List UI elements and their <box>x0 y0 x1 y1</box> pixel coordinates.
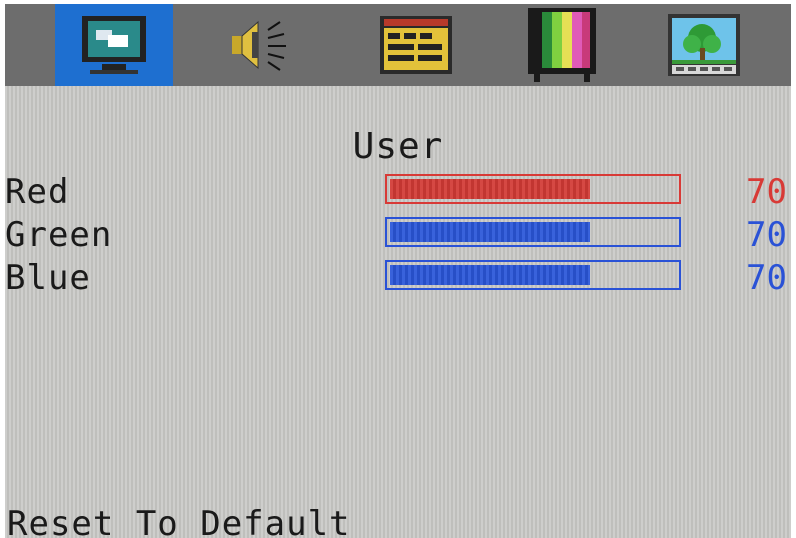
blue-slider[interactable] <box>385 260 681 290</box>
page-title: User <box>352 126 444 167</box>
red-value: 70 <box>746 172 787 212</box>
green-value: 70 <box>746 215 787 255</box>
menu-panel-icon <box>380 16 452 74</box>
tab-settings[interactable] <box>357 4 475 86</box>
green-slider[interactable] <box>385 217 681 247</box>
tab-color[interactable] <box>503 4 621 86</box>
reset-to-default-item[interactable]: Reset To Default <box>7 504 351 538</box>
tab-display[interactable] <box>55 4 173 86</box>
landscape-picture-icon <box>668 14 740 76</box>
red-slider-fill <box>390 179 591 199</box>
blue-value: 70 <box>746 258 787 298</box>
blue-slider-fill <box>390 265 591 285</box>
green-slider-fill <box>390 222 591 242</box>
osd-screen: User Red 70 Green 70 Blue 70 Reset To De… <box>5 4 791 538</box>
green-label: Green <box>5 215 113 255</box>
speaker-icon <box>232 20 286 71</box>
blue-label: Blue <box>5 258 91 298</box>
tab-audio[interactable] <box>201 4 319 86</box>
monitor-icon <box>82 16 146 74</box>
red-slider[interactable] <box>385 174 681 204</box>
menu-tab-bar <box>5 4 791 86</box>
color-bars-icon <box>528 8 596 82</box>
tab-image[interactable] <box>645 4 763 86</box>
red-label: Red <box>5 172 70 212</box>
